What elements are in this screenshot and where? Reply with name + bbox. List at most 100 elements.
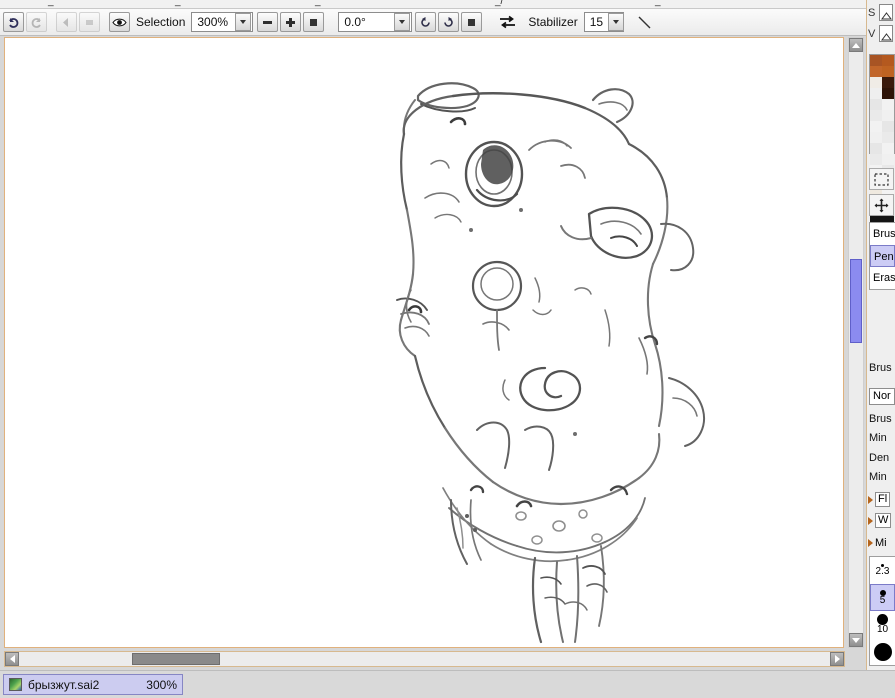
artwork-sketch [396,82,705,644]
section-water[interactable]: W [868,513,892,528]
brush-size-preset[interactable]: 10 [870,611,895,638]
rotate-cw-button[interactable] [438,12,460,32]
menu-bar[interactable]: _ _ _ _/ _ _ [0,0,895,9]
swatch-row-2[interactable]: V [867,23,895,44]
tool-list[interactable]: BrusPencEras [869,222,895,290]
next-button[interactable] [79,12,100,32]
brush-size-value: 10 [876,624,889,635]
brush-size-preset[interactable]: 5 [870,584,895,611]
color-swatch[interactable] [870,132,882,143]
move-tool-button[interactable] [869,194,894,216]
section-flat[interactable]: Fl [868,492,891,507]
color-swatch[interactable] [882,110,894,121]
document-filename: брызжут.sai2 [28,677,100,692]
toolbar: Selection 300% 0.0° Stabilizer 15 [0,9,895,36]
color-chip-icon[interactable] [879,4,893,21]
document-thumbnail-icon [9,678,22,691]
menu-item[interactable]: _ [48,0,54,7]
menu-item[interactable]: _ [175,0,181,7]
zoom-reset-button[interactable] [303,12,325,32]
rotate-clockwise-icon [444,16,454,27]
brush-size-value: 2.3 [875,566,890,577]
chevron-down-icon [240,20,247,24]
redo-button[interactable] [26,12,47,32]
color-swatch[interactable] [870,77,882,88]
rotation-combo[interactable]: 0.0° [338,12,413,32]
zoom-value: 300% [197,15,229,29]
color-swatch[interactable] [870,99,882,110]
color-swatch[interactable] [882,66,894,77]
color-swatch[interactable] [870,121,882,132]
color-swatch[interactable] [882,132,894,143]
section-misc[interactable]: Mi [868,537,887,549]
zoom-combo[interactable]: 300% [191,12,254,32]
chevron-down-icon [613,20,620,24]
scroll-left-button[interactable] [5,652,19,666]
undo-button[interactable] [3,12,24,32]
zoom-dropdown-arrow[interactable] [235,13,252,31]
scroll-up-button[interactable] [849,38,863,52]
color-swatch[interactable] [882,77,894,88]
scroll-right-button[interactable] [830,652,844,666]
color-swatch[interactable] [870,110,882,121]
previous-button[interactable] [56,12,77,32]
color-swatch[interactable] [870,55,882,66]
square-icon [310,18,318,26]
menu-item[interactable]: _/ [495,0,503,7]
color-swatch[interactable] [870,154,882,165]
selection-visibility-button[interactable] [109,12,130,32]
tool-eraser[interactable]: Eras [870,267,895,289]
rotate-ccw-button[interactable] [415,12,437,32]
tool-brush[interactable]: Brus [870,223,895,245]
color-swatch[interactable] [870,66,882,77]
stabilizer-label: Stabilizer [528,15,578,29]
color-swatch[interactable] [882,121,894,132]
brush-size-preset-list[interactable]: 2.3 5 10 [869,556,895,666]
color-chip-icon[interactable] [879,25,893,42]
selection-tool-button[interactable] [869,168,894,190]
color-swatch[interactable] [870,143,882,154]
menu-item[interactable]: _ [655,0,661,7]
rotate-reset-button[interactable] [461,12,483,32]
status-bar: брызжут.sai2 300% [0,670,895,698]
move-tool-icon [874,198,889,212]
zoom-in-button[interactable] [280,12,302,32]
brush-size-preset[interactable]: 2.3 [870,557,895,584]
color-swatch[interactable] [882,99,894,110]
vertical-scrollbar[interactable] [848,37,864,648]
zoom-out-button[interactable] [257,12,279,32]
canvas-surface[interactable] [5,38,843,647]
section-water-label: W [875,513,892,528]
stabilizer-dropdown-arrow[interactable] [608,13,625,31]
rotation-dropdown-arrow[interactable] [394,13,411,31]
canvas-area[interactable] [4,37,844,648]
color-swatch[interactable] [882,88,894,99]
tool-pencil[interactable]: Penc [870,245,895,267]
right-panel: S V BrusPencEras [866,0,895,670]
chevron-right-icon [834,655,840,663]
chevron-up-icon [852,42,860,48]
next-icon [86,19,93,25]
stabilizer-combo[interactable]: 15 [583,12,625,32]
brush-size-value: 5 [879,594,886,606]
brush-size-min-label: Min [869,432,887,444]
scroll-down-button[interactable] [849,633,863,647]
line-tool-button[interactable] [634,12,656,32]
document-task-item[interactable]: брызжут.sai2 300% [3,674,183,695]
horizontal-scroll-thumb[interactable] [132,653,220,665]
flip-horizontal-button[interactable] [496,12,518,32]
blend-mode-combo[interactable]: Nor [869,388,895,405]
swatch-row-1[interactable]: S [867,2,895,23]
vertical-scroll-thumb[interactable] [850,259,862,343]
color-swatch[interactable] [870,88,882,99]
color-swatch[interactable] [882,154,894,165]
undo-icon [9,17,19,28]
color-swatch[interactable] [882,55,894,66]
color-swatch[interactable] [882,143,894,154]
color-swatch-grid[interactable] [869,54,895,231]
square-icon [468,18,476,26]
brush-size-preset[interactable] [870,638,895,665]
menu-item[interactable]: _ [315,0,321,7]
horizontal-scrollbar[interactable] [4,651,845,667]
swatch-letter-s: S [868,6,876,19]
